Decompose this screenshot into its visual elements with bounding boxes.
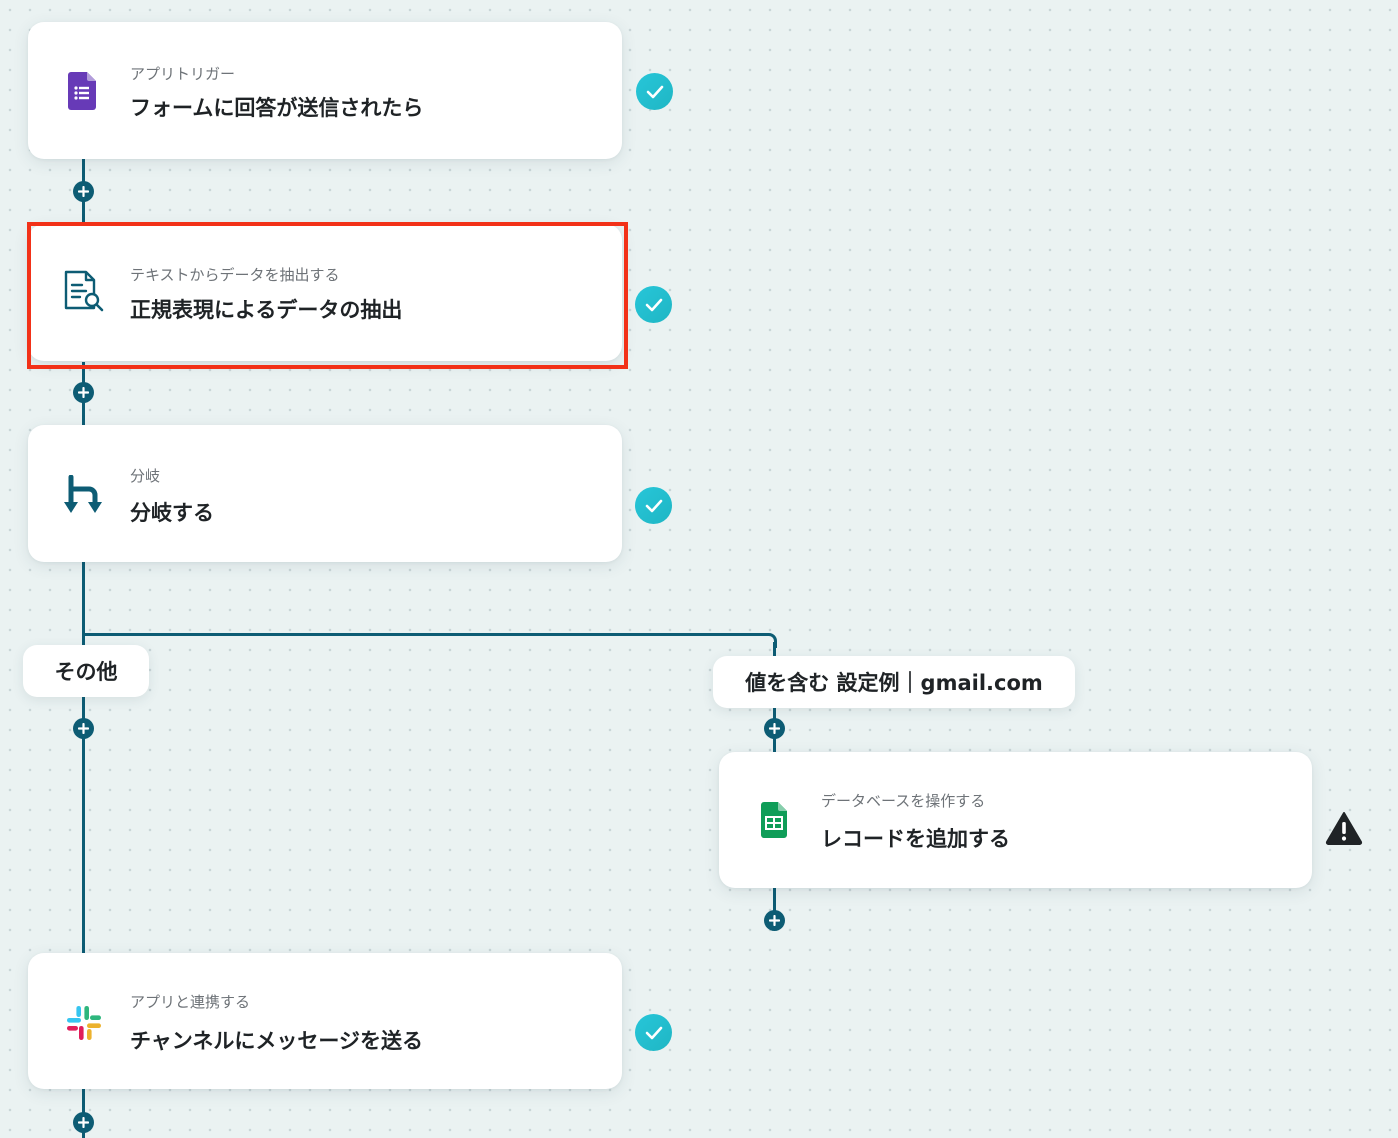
check-icon: [635, 1014, 672, 1051]
check-icon: [635, 487, 672, 524]
branch-icon: [64, 474, 104, 519]
branch-label-other[interactable]: その他: [23, 645, 149, 697]
step-title: フォームに回答が送信されたら: [130, 96, 424, 120]
step-subtitle: 分岐: [130, 467, 161, 485]
slack-icon: [66, 1005, 102, 1045]
highlight-box: [27, 222, 628, 369]
step-card-add-record[interactable]: データベースを操作する レコードを追加する: [719, 752, 1312, 888]
google-sheets-icon: [761, 802, 787, 842]
add-step-button[interactable]: [764, 718, 785, 739]
step-title: チャンネルにメッセージを送る: [130, 1029, 423, 1053]
step-title: レコードを追加する: [821, 827, 1010, 851]
branch-label-text: その他: [54, 660, 118, 684]
step-subtitle: アプリトリガー: [130, 65, 236, 83]
google-forms-icon: [68, 72, 96, 114]
add-step-button[interactable]: [73, 1112, 94, 1133]
connector-line-main-branch: [82, 560, 85, 955]
step-card-form-trigger[interactable]: アプリトリガー フォームに回答が送信されたら: [28, 22, 622, 159]
branch-label-condition[interactable]: 値を含む 設定例｜gmail.com: [713, 656, 1075, 708]
branch-label-text: 値を含む 設定例｜gmail.com: [745, 671, 1043, 695]
warning-icon: [1325, 811, 1363, 849]
step-title: 分岐する: [130, 501, 214, 525]
step-subtitle: アプリと連携する: [130, 993, 251, 1011]
add-step-button[interactable]: [73, 718, 94, 739]
add-step-button[interactable]: [73, 382, 94, 403]
check-icon: [635, 286, 672, 323]
add-step-button[interactable]: [73, 181, 94, 202]
step-subtitle: データベースを操作する: [821, 792, 986, 810]
add-step-button[interactable]: [764, 910, 785, 931]
step-card-branch[interactable]: 分岐 分岐する: [28, 425, 622, 562]
connector-line-horizontal: [82, 633, 768, 636]
check-icon: [636, 73, 673, 110]
connector-line-right-bottom: [773, 886, 776, 912]
step-card-slack-message[interactable]: アプリと連携する チャンネルにメッセージを送る: [28, 953, 622, 1089]
